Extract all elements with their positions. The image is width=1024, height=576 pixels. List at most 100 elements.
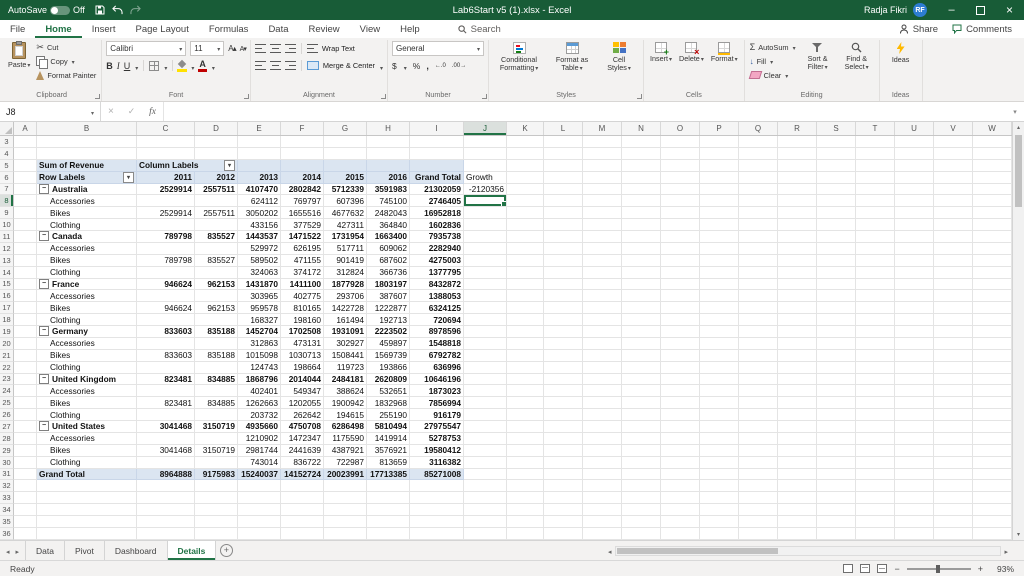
cell-S17[interactable] (817, 302, 856, 314)
row-header-18[interactable]: 18 (0, 314, 14, 326)
cell-I32[interactable] (410, 480, 464, 492)
cell-P24[interactable] (700, 385, 739, 397)
cell-J12[interactable] (464, 243, 507, 255)
vertical-scroll-thumb[interactable] (1015, 135, 1022, 207)
cell-H15[interactable]: 1803197 (367, 279, 410, 291)
cell-A33[interactable] (14, 492, 37, 504)
sort-filter-button[interactable]: Sort & Filter (800, 41, 836, 73)
cell-T27[interactable] (856, 421, 895, 433)
cell-A18[interactable] (14, 314, 37, 326)
cell-W20[interactable] (973, 338, 1012, 350)
cell-L26[interactable] (544, 409, 583, 421)
cell-I24[interactable]: 1873023 (410, 385, 464, 397)
row-header-16[interactable]: 16 (0, 290, 14, 302)
cell-E10[interactable]: 433156 (238, 219, 281, 231)
cell-W18[interactable] (973, 314, 1012, 326)
borders-button[interactable] (149, 61, 159, 71)
cell-L27[interactable] (544, 421, 583, 433)
row-header-19[interactable]: 19 (0, 326, 14, 338)
cell-P8[interactable] (700, 195, 739, 207)
cell-S27[interactable] (817, 421, 856, 433)
column-labels-filter-button[interactable] (224, 160, 235, 171)
cell-M15[interactable] (583, 279, 622, 291)
cell-B13[interactable]: Bikes (37, 255, 137, 267)
cell-S3[interactable] (817, 136, 856, 148)
cell-V12[interactable] (934, 243, 973, 255)
cell-C9[interactable]: 2529914 (137, 207, 195, 219)
row-header-32[interactable]: 32 (0, 480, 14, 492)
cell-K31[interactable] (507, 469, 544, 481)
cell-S7[interactable] (817, 184, 856, 196)
cell-O17[interactable] (661, 302, 700, 314)
cell-K25[interactable] (507, 397, 544, 409)
cell-D34[interactable] (195, 504, 238, 516)
cell-I10[interactable]: 1602836 (410, 219, 464, 231)
cell-Q15[interactable] (739, 279, 778, 291)
cell-N19[interactable] (622, 326, 661, 338)
cell-P30[interactable] (700, 457, 739, 469)
cell-R26[interactable] (778, 409, 817, 421)
cell-C34[interactable] (137, 504, 195, 516)
cell-G15[interactable]: 1877928 (324, 279, 367, 291)
cell-U4[interactable] (895, 148, 934, 160)
cell-E16[interactable]: 303965 (238, 290, 281, 302)
cell-U35[interactable] (895, 516, 934, 528)
cell-F28[interactable]: 1472347 (281, 433, 324, 445)
zoom-level[interactable]: 93% (990, 564, 1014, 574)
cell-W30[interactable] (973, 457, 1012, 469)
cell-J4[interactable] (464, 148, 507, 160)
cell-N28[interactable] (622, 433, 661, 445)
cell-U11[interactable] (895, 231, 934, 243)
cell-F12[interactable]: 626195 (281, 243, 324, 255)
cell-F15[interactable]: 1411100 (281, 279, 324, 291)
cell-M14[interactable] (583, 267, 622, 279)
cell-G8[interactable]: 607396 (324, 195, 367, 207)
cell-L19[interactable] (544, 326, 583, 338)
cell-N24[interactable] (622, 385, 661, 397)
cell-C24[interactable] (137, 385, 195, 397)
row-header-31[interactable]: 31 (0, 469, 14, 481)
cell-U7[interactable] (895, 184, 934, 196)
cell-J8[interactable] (464, 195, 507, 207)
cell-B28[interactable]: Accessories (37, 433, 137, 445)
cell-T21[interactable] (856, 350, 895, 362)
cell-A25[interactable] (14, 397, 37, 409)
cell-R15[interactable] (778, 279, 817, 291)
cell-W31[interactable] (973, 469, 1012, 481)
cell-T33[interactable] (856, 492, 895, 504)
cell-K10[interactable] (507, 219, 544, 231)
cell-U14[interactable] (895, 267, 934, 279)
cell-J36[interactable] (464, 528, 507, 540)
cell-S32[interactable] (817, 480, 856, 492)
cell-L34[interactable] (544, 504, 583, 516)
cell-H14[interactable]: 366736 (367, 267, 410, 279)
cell-A31[interactable] (14, 469, 37, 481)
cell-styles-button[interactable]: Cell Styles (599, 41, 639, 74)
cell-N33[interactable] (622, 492, 661, 504)
cell-N17[interactable] (622, 302, 661, 314)
cell-E26[interactable]: 203732 (238, 409, 281, 421)
cell-Q12[interactable] (739, 243, 778, 255)
cell-U19[interactable] (895, 326, 934, 338)
column-header-M[interactable]: M (583, 122, 622, 135)
cell-L4[interactable] (544, 148, 583, 160)
cell-L5[interactable] (544, 160, 583, 172)
cell-C8[interactable] (137, 195, 195, 207)
cell-A35[interactable] (14, 516, 37, 528)
cell-G20[interactable]: 302927 (324, 338, 367, 350)
ribbon-tab-file[interactable]: File (0, 20, 35, 38)
font-name-select[interactable]: Calibri (106, 41, 186, 56)
cell-I34[interactable] (410, 504, 464, 516)
cell-M20[interactable] (583, 338, 622, 350)
cell-Q14[interactable] (739, 267, 778, 279)
redo-button[interactable] (130, 5, 141, 15)
cell-M30[interactable] (583, 457, 622, 469)
cell-G9[interactable]: 4677632 (324, 207, 367, 219)
cell-D22[interactable] (195, 362, 238, 374)
cell-V11[interactable] (934, 231, 973, 243)
cell-U32[interactable] (895, 480, 934, 492)
cell-G7[interactable]: 5712339 (324, 184, 367, 196)
cell-V6[interactable] (934, 172, 973, 184)
cell-S35[interactable] (817, 516, 856, 528)
cell-F36[interactable] (281, 528, 324, 540)
